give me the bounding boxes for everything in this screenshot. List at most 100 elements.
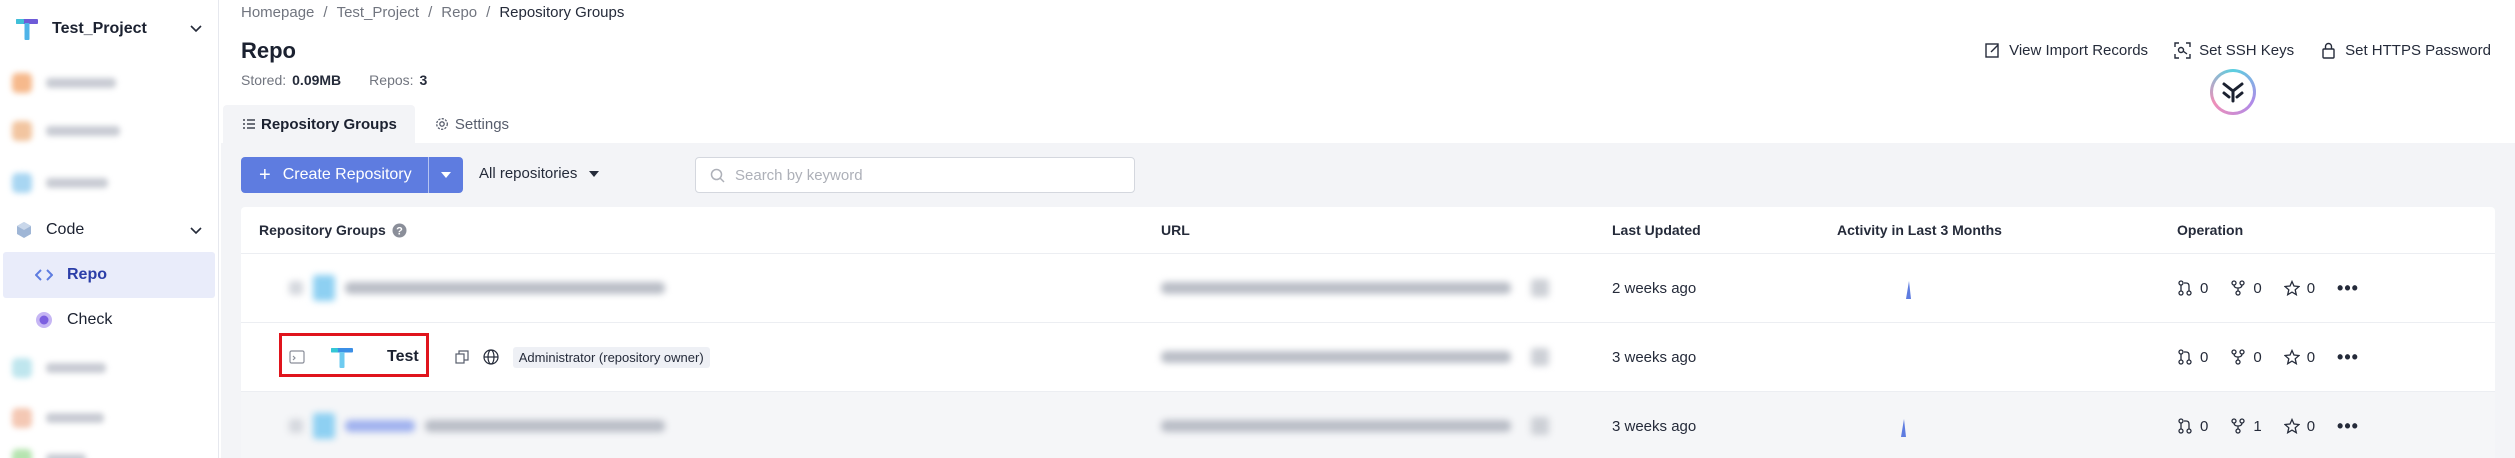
copy-icon[interactable] xyxy=(455,350,469,364)
sidebar-item-blurred[interactable] xyxy=(12,118,202,144)
more-options-icon[interactable]: ••• xyxy=(2337,278,2359,299)
caret-down-icon xyxy=(589,170,600,177)
column-header-label: Repository Groups xyxy=(259,222,386,238)
main-content: + Create Repository All repositories Rep… xyxy=(221,143,2515,458)
repo-url-blurred[interactable] xyxy=(1161,254,1549,322)
gear-icon xyxy=(435,118,448,130)
table-row[interactable]: Test Administrator (repository owner) 3 … xyxy=(241,322,2495,390)
last-updated: 3 weeks ago xyxy=(1612,348,1697,366)
sidebar-item-blurred[interactable] xyxy=(12,355,202,381)
set-ssh-keys-button[interactable]: Set SSH Keys xyxy=(2174,42,2294,59)
create-repository-dropdown[interactable] xyxy=(429,157,463,193)
fork-icon xyxy=(2231,349,2245,365)
ssh-key-icon xyxy=(2174,42,2191,59)
repo-icon xyxy=(35,269,53,281)
table-row[interactable]: 2 weeks ago 0 0 0 ••• xyxy=(241,253,2495,321)
sidebar-item-code[interactable]: Code xyxy=(14,217,206,243)
operations: 0 1 0 ••• xyxy=(2177,392,2359,458)
star-icon xyxy=(2283,280,2300,296)
repos-label: Repos: xyxy=(369,72,414,88)
repo-stats: Stored: 0.09MB Repos: 3 xyxy=(241,72,427,88)
activity-sparkline xyxy=(1897,392,1911,458)
help-icon[interactable]: ? xyxy=(392,223,407,238)
star-count: 0 xyxy=(2306,279,2316,297)
star-count: 0 xyxy=(2306,348,2316,366)
svg-text:?: ? xyxy=(396,225,403,237)
column-header-activity: Activity in Last 3 Months xyxy=(1837,222,2002,238)
fork-count: 0 xyxy=(2253,279,2262,297)
sidebar-item-blurred[interactable] xyxy=(12,170,202,196)
view-import-records-button[interactable]: View Import Records xyxy=(1984,42,2148,59)
breadcrumb-separator: / xyxy=(323,4,328,21)
tab-label: Repository Groups xyxy=(261,115,397,133)
breadcrumb-current: Repository Groups xyxy=(499,4,625,21)
more-options-icon[interactable]: ••• xyxy=(2337,416,2359,437)
repo-name-blurred[interactable] xyxy=(289,254,665,322)
merge-requests-count[interactable]: 0 xyxy=(2177,418,2208,435)
globe-icon xyxy=(483,349,499,365)
repo-name-blurred[interactable] xyxy=(289,392,665,458)
set-https-password-button[interactable]: Set HTTPS Password xyxy=(2320,42,2491,59)
search-icon xyxy=(710,168,725,183)
project-switcher[interactable]: Test_Project xyxy=(14,14,206,44)
column-header-repository-groups: Repository Groups ? xyxy=(259,207,407,253)
forks-count[interactable]: 1 xyxy=(2230,418,2262,435)
highlight-box xyxy=(279,333,429,377)
chevron-down-icon[interactable] xyxy=(188,222,204,238)
project-logo-icon xyxy=(14,16,40,42)
repo-url-blurred[interactable] xyxy=(1161,323,1549,391)
repo-url-blurred[interactable] xyxy=(1161,392,1549,458)
repository-filter-select[interactable]: All repositories xyxy=(479,165,600,182)
create-repository-main[interactable]: + Create Repository xyxy=(241,157,428,193)
breadcrumb-separator: / xyxy=(486,4,491,21)
project-name: Test_Project xyxy=(52,20,147,37)
filter-value: All repositories xyxy=(479,165,578,182)
sidebar-item-label: Check xyxy=(67,311,113,328)
search-input[interactable] xyxy=(735,166,1115,184)
caret-down-icon xyxy=(441,172,451,178)
more-options-icon[interactable]: ••• xyxy=(2337,347,2359,368)
stars-count[interactable]: 0 xyxy=(2283,279,2316,297)
activity-spark-mark xyxy=(1901,419,1906,437)
breadcrumb-project[interactable]: Test_Project xyxy=(337,4,420,21)
stars-count[interactable]: 0 xyxy=(2283,348,2316,366)
sidebar-item-blurred[interactable] xyxy=(12,405,202,431)
breadcrumb-separator: / xyxy=(428,4,433,21)
table-row[interactable]: 3 weeks ago 0 1 0 ••• xyxy=(241,391,2495,458)
breadcrumb-repo[interactable]: Repo xyxy=(441,4,477,21)
lock-icon xyxy=(2322,42,2335,59)
tab-bar: Repository Groups Settings xyxy=(223,105,527,143)
sidebar-item-check[interactable]: Check xyxy=(35,308,112,332)
merge-request-icon xyxy=(2178,418,2192,434)
create-repository-button[interactable]: + Create Repository xyxy=(241,157,463,193)
merge-requests-count[interactable]: 0 xyxy=(2177,280,2208,297)
repository-table: Repository Groups ? URL Last Updated Act… xyxy=(241,207,2495,458)
plus-icon: + xyxy=(259,164,271,186)
forks-count[interactable]: 0 xyxy=(2230,279,2262,297)
tab-settings[interactable]: Settings xyxy=(415,105,527,143)
merge-requests-count[interactable]: 0 xyxy=(2177,349,2208,366)
set-ssh-keys-label: Set SSH Keys xyxy=(2199,42,2295,59)
merge-request-icon xyxy=(2178,349,2192,365)
stars-count[interactable]: 0 xyxy=(2283,418,2315,435)
sidebar-item-blurred[interactable] xyxy=(12,70,202,96)
role-badge: Administrator (repository owner) xyxy=(512,346,710,368)
breadcrumb: Homepage / Test_Project / Repo / Repository… xyxy=(241,4,624,21)
sidebar-item-repo[interactable]: Repo xyxy=(3,252,215,298)
mr-count: 0 xyxy=(2200,279,2209,297)
fork-count: 0 xyxy=(2253,348,2262,366)
breadcrumb-homepage[interactable]: Homepage xyxy=(241,4,314,21)
assistant-avatar[interactable] xyxy=(2210,69,2256,115)
tab-repository-groups[interactable]: Repository Groups xyxy=(223,105,415,143)
forks-count[interactable]: 0 xyxy=(2230,348,2262,366)
list-icon xyxy=(243,119,255,129)
chevron-down-icon[interactable] xyxy=(188,20,204,36)
search-box xyxy=(695,157,1135,193)
sidebar-item-label: Code xyxy=(46,221,85,238)
stored-label: Stored: xyxy=(241,72,287,88)
sidebar-item-blurred[interactable] xyxy=(12,446,202,458)
fork-icon xyxy=(2231,418,2245,434)
sidebar: Test_Project Code Repo Check xyxy=(0,0,219,458)
app-root: Test_Project Code Repo Check Homepage / … xyxy=(0,0,2515,458)
set-https-password-label: Set HTTPS Password xyxy=(2345,42,2491,59)
